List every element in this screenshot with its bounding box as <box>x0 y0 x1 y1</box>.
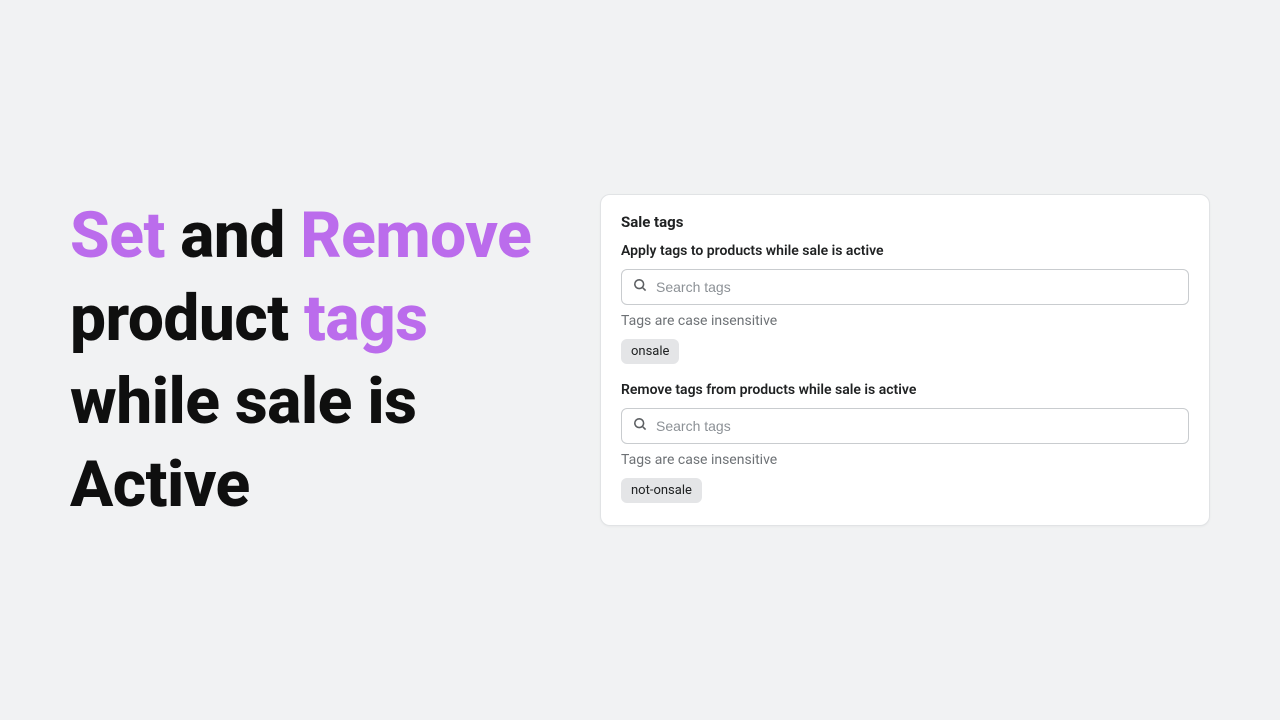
headline: Set and Remove product tags while sale i… <box>70 194 550 527</box>
search-icon <box>632 277 648 297</box>
headline-rest: while sale is Active <box>70 364 416 522</box>
apply-tags-hint: Tags are case insensitive <box>621 313 1189 329</box>
remove-tags-search-field[interactable] <box>621 408 1189 444</box>
headline-word-and: and <box>165 198 301 273</box>
remove-tags-list: not-onsale <box>621 478 1189 503</box>
apply-tags-list: onsale <box>621 339 1189 364</box>
headline-word-product: product <box>70 281 304 356</box>
apply-tags-label: Apply tags to products while sale is act… <box>621 243 1189 259</box>
apply-tags-search-input[interactable] <box>656 279 1178 295</box>
search-icon <box>632 416 648 436</box>
remove-tags-hint: Tags are case insensitive <box>621 452 1189 468</box>
tag-chip[interactable]: onsale <box>621 339 679 364</box>
apply-tags-search-field[interactable] <box>621 269 1189 305</box>
card-title: Sale tags <box>621 213 1189 231</box>
headline-word-tags: tags <box>304 281 428 356</box>
remove-tags-section: Remove tags from products while sale is … <box>621 382 1189 503</box>
apply-tags-section: Apply tags to products while sale is act… <box>621 243 1189 364</box>
remove-tags-label: Remove tags from products while sale is … <box>621 382 1189 398</box>
sale-tags-card: Sale tags Apply tags to products while s… <box>600 194 1210 526</box>
remove-tags-search-input[interactable] <box>656 418 1178 434</box>
headline-word-remove: Remove <box>300 198 531 273</box>
tag-chip[interactable]: not-onsale <box>621 478 702 503</box>
headline-word-set: Set <box>70 198 165 273</box>
